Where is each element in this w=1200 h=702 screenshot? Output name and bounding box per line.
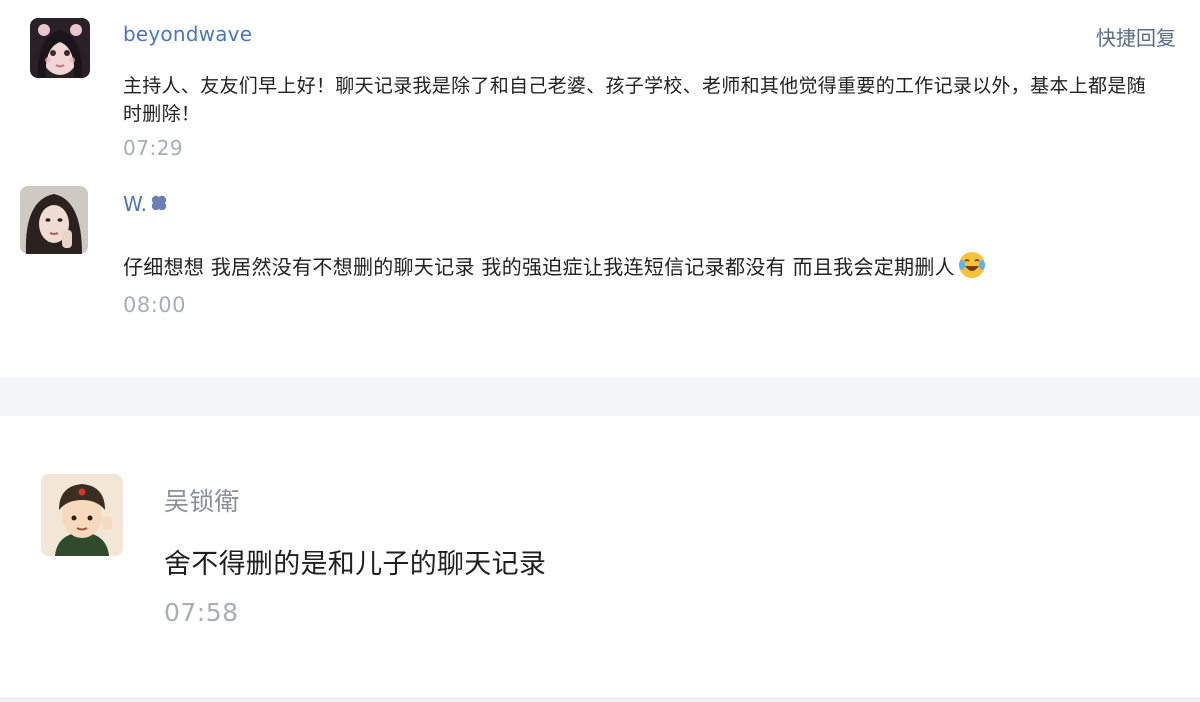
laughing-crying-emoji-icon bbox=[958, 252, 985, 278]
girl-cartoon-avatar-icon bbox=[30, 18, 90, 78]
avatar[interactable] bbox=[30, 18, 90, 78]
username-link[interactable]: 吴锁衛 bbox=[164, 482, 240, 518]
comment-text: 仔细想想 我居然没有不想删的聊天记录 我的强迫症让我连短信记录都没有 而且我会定… bbox=[123, 255, 955, 279]
woman-photo-avatar-icon bbox=[20, 186, 88, 254]
quick-reply-link[interactable]: 快捷回复 bbox=[1096, 22, 1176, 51]
section-separator bbox=[0, 378, 1200, 416]
comment-time: 08:00 bbox=[123, 293, 187, 317]
comment-card: 吴锁衛 舍不得删的是和儿子的聊天记录 07:58 bbox=[0, 416, 1200, 698]
comment-time: 07:58 bbox=[164, 598, 239, 627]
comment-body: 仔细想想 我居然没有不想删的聊天记录 我的强迫症让我连短信记录都没有 而且我会定… bbox=[123, 250, 1183, 281]
comment-card: 快捷回复 beyondwave 主持人、友友们早上好！聊天记录我是除了和自己老婆… bbox=[0, 0, 1200, 378]
comment-text: 主持人、友友们早上好！聊天记录我是除了和自己老婆、孩子学校、老师和其他觉得重要的… bbox=[123, 75, 1146, 125]
comment-time: 07:29 bbox=[123, 136, 184, 160]
comment-text: 舍不得删的是和儿子的聊天记录 bbox=[164, 549, 547, 580]
clover-icon bbox=[152, 195, 167, 211]
avatar[interactable] bbox=[41, 474, 123, 556]
cartoon-soldier-avatar-icon bbox=[41, 474, 123, 556]
avatar[interactable] bbox=[20, 186, 88, 254]
username-link[interactable]: W. bbox=[123, 192, 169, 216]
username-text: W. bbox=[123, 192, 148, 216]
username-link[interactable]: beyondwave bbox=[123, 22, 252, 46]
bottom-divider bbox=[0, 697, 1200, 702]
